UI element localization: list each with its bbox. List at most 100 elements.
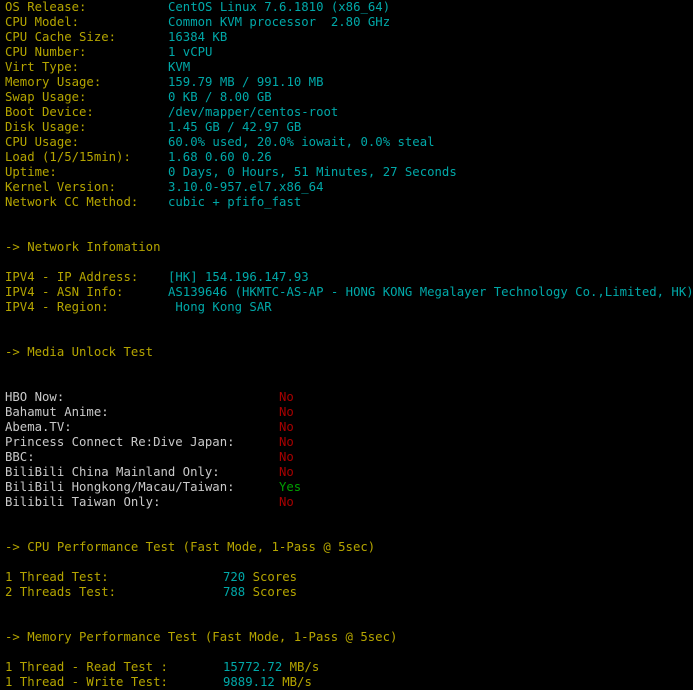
system-info-row: Kernel Version: 3.10.0-957.el7.x86_64 — [0, 180, 693, 195]
media-unlock-label: HBO Now: — [5, 390, 65, 404]
memory-speed-number: 15772.72 — [223, 660, 283, 674]
cpu-score-unit: Scores — [245, 570, 298, 584]
media-unlock-block: HBO Now: No Bahamut Anime: No Abema.TV: No Pri… — [0, 390, 693, 510]
system-info-row: CPU Model: Common KVM processor 2.80 GHz — [0, 15, 693, 30]
system-info-row: CPU Cache Size: 16384 KB — [0, 30, 693, 45]
system-info-label: CPU Cache Size: — [5, 30, 117, 44]
system-info-label: OS Release: — [5, 0, 87, 14]
media-unlock-row: BiliBili China Mainland Only: No — [0, 465, 693, 480]
system-info-value: CentOS Linux 7.6.1810 (x86_64) — [168, 0, 391, 14]
system-info-value: 60.0% used, 20.0% iowait, 0.0% steal — [168, 135, 435, 149]
media-unlock-row: HBO Now: No — [0, 390, 693, 405]
media-unlock-label: Bilibili Taiwan Only: — [5, 495, 161, 509]
media-unlock-row: BiliBili Hongkong/Macau/Taiwan: Yes — [0, 480, 693, 495]
media-unlock-status: No — [279, 495, 294, 509]
system-info-value: 1.68 0.60 0.26 — [168, 150, 272, 164]
memory-performance-label: 1 Thread - Read Test : — [5, 660, 168, 674]
media-unlock-label: Bahamut Anime: — [5, 405, 109, 419]
system-info-row: Memory Usage: 159.79 MB / 991.10 MB — [0, 75, 693, 90]
system-info-label: Kernel Version: — [5, 180, 117, 194]
network-info-value: Hong Kong SAR — [168, 300, 272, 314]
media-unlock-status: No — [279, 435, 294, 449]
network-info-value: [HK] 154.196.147.93 — [168, 270, 309, 284]
memory-performance-label: 1 Thread - Write Test: — [5, 675, 168, 689]
system-info-block: OS Release: CentOS Linux 7.6.1810 (x86_64… — [0, 0, 693, 210]
system-info-value: KVM — [168, 60, 191, 74]
media-unlock-row: Princess Connect Re:Dive Japan: No — [0, 435, 693, 450]
network-info-label: IPV4 - Region: — [5, 300, 109, 314]
system-info-label: Load (1/5/15min): — [5, 150, 131, 164]
system-info-row: Disk Usage: 1.45 GB / 42.97 GB — [0, 120, 693, 135]
media-unlock-status: No — [279, 405, 294, 419]
memory-performance-header: -> Memory Performance Test (Fast Mode, 1… — [5, 630, 398, 644]
system-info-label: CPU Model: — [5, 15, 80, 29]
network-info-block: IPV4 - IP Address: [HK] 154.196.147.93 IPV… — [0, 270, 693, 315]
network-info-header: -> Network Infomation — [5, 240, 161, 254]
media-unlock-header: -> Media Unlock Test — [5, 345, 154, 359]
media-unlock-row: Abema.TV: No — [0, 420, 693, 435]
system-info-value: /dev/mapper/centos-root — [168, 105, 339, 119]
cpu-performance-block: 1 Thread Test: 720 Scores 2 Threads Test: 7… — [0, 570, 693, 600]
memory-speed-number: 9889.12 — [223, 675, 275, 689]
memory-speed-unit: MB/s — [282, 660, 320, 674]
system-info-row: Virt Type: KVM — [0, 60, 693, 75]
cpu-performance-label: 2 Threads Test: — [5, 585, 117, 599]
system-info-row: CPU Usage: 60.0% used, 20.0% iowait, 0.0%… — [0, 135, 693, 150]
system-info-label: CPU Number: — [5, 45, 87, 59]
system-info-label: CPU Usage: — [5, 135, 80, 149]
cpu-score-number: 788 — [223, 585, 246, 599]
system-info-row: Network CC Method: cubic + pfifo_fast — [0, 195, 693, 210]
system-info-row: Uptime: 0 Days, 0 Hours, 51 Minutes, 27 S… — [0, 165, 693, 180]
media-unlock-status: No — [279, 465, 294, 479]
network-info-row: IPV4 - IP Address: [HK] 154.196.147.93 — [0, 270, 693, 285]
network-info-row: IPV4 - ASN Info: AS139646 (HKMTC-AS-AP - … — [0, 285, 693, 300]
media-unlock-row: BBC: No — [0, 450, 693, 465]
memory-speed-unit: MB/s — [274, 675, 312, 689]
terminal-output: OS Release: CentOS Linux 7.6.1810 (x86_64… — [0, 0, 693, 689]
system-info-label: Uptime: — [5, 165, 57, 179]
cpu-score-unit: Scores — [245, 585, 298, 599]
memory-performance-row: 1 Thread - Read Test : 15772.72 MB/s — [0, 660, 693, 675]
media-unlock-status: No — [279, 390, 294, 404]
cpu-performance-row: 1 Thread Test: 720 Scores — [0, 570, 693, 585]
network-info-value: AS139646 (HKMTC-AS-AP - HONG KONG Megala… — [168, 285, 693, 299]
cpu-performance-label: 1 Thread Test: — [5, 570, 109, 584]
cpu-performance-header: -> CPU Performance Test (Fast Mode, 1-Pa… — [5, 540, 376, 554]
system-info-label: Virt Type: — [5, 60, 80, 74]
system-info-row: Boot Device: /dev/mapper/centos-root — [0, 105, 693, 120]
system-info-value: 159.79 MB / 991.10 MB — [168, 75, 324, 89]
system-info-row: CPU Number: 1 vCPU — [0, 45, 693, 60]
system-info-row: Swap Usage: 0 KB / 8.00 GB — [0, 90, 693, 105]
system-info-label: Disk Usage: — [5, 120, 87, 134]
system-info-value: 0 Days, 0 Hours, 51 Minutes, 27 Seconds — [168, 165, 457, 179]
system-info-value: Common KVM processor 2.80 GHz — [168, 15, 391, 29]
media-unlock-label: BiliBili Hongkong/Macau/Taiwan: — [5, 480, 235, 494]
system-info-label: Boot Device: — [5, 105, 94, 119]
network-info-label: IPV4 - IP Address: — [5, 270, 139, 284]
system-info-value: 16384 KB — [168, 30, 228, 44]
media-unlock-row: Bahamut Anime: No — [0, 405, 693, 420]
system-info-row: OS Release: CentOS Linux 7.6.1810 (x86_64… — [0, 0, 693, 15]
system-info-value: 0 KB / 8.00 GB — [168, 90, 272, 104]
media-unlock-status: No — [279, 450, 294, 464]
memory-performance-row: 1 Thread - Write Test: 9889.12 MB/s — [0, 675, 693, 690]
media-unlock-label: Princess Connect Re:Dive Japan: — [5, 435, 235, 449]
media-unlock-label: BBC: — [5, 450, 35, 464]
system-info-label: Memory Usage: — [5, 75, 102, 89]
media-unlock-row: Bilibili Taiwan Only: No — [0, 495, 693, 510]
memory-performance-block: 1 Thread - Read Test :15772.72 MB/s 1 Thr… — [0, 660, 693, 690]
system-info-value: cubic + pfifo_fast — [168, 195, 302, 209]
media-unlock-label: Abema.TV: — [5, 420, 72, 434]
media-unlock-label: BiliBili China Mainland Only: — [5, 465, 220, 479]
